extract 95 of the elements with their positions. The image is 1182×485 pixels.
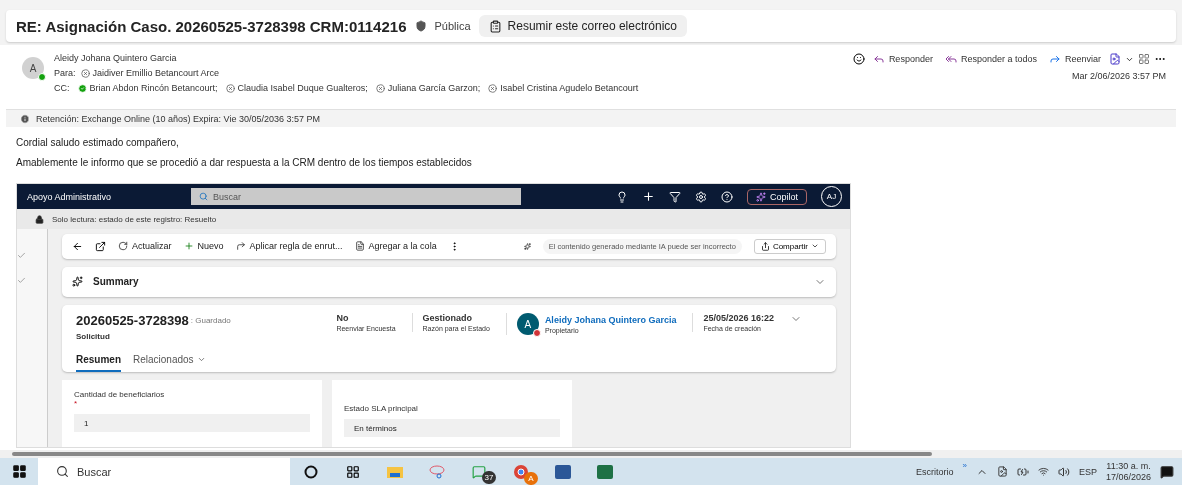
check-icon — [17, 251, 26, 260]
recipient-name[interactable]: Isabel Cristina Agudelo Betancourt — [500, 83, 639, 93]
chevron-down-icon — [196, 355, 206, 364]
browser-icon[interactable] — [513, 463, 529, 480]
recipient-name[interactable]: Claudia Isabel Duque Gualteros; — [237, 83, 368, 93]
emoji-icon[interactable] — [852, 53, 865, 65]
command-button[interactable]: Agregar a la cola — [354, 241, 437, 252]
refresh-icon — [118, 241, 128, 252]
shield-icon — [414, 20, 427, 32]
input-field[interactable]: 1 — [74, 414, 310, 432]
required-marker: * — [74, 399, 79, 408]
folder-icon[interactable] — [386, 464, 404, 479]
info-icon — [20, 113, 30, 124]
field-value: Gestionado — [422, 313, 474, 324]
body-paragraph: Cordial saludo estimado compañero, — [16, 137, 180, 148]
owner-link[interactable]: Aleidy Johana Quintero Garcia — [544, 314, 677, 325]
record-title: 20260525-3728398 — [76, 313, 189, 329]
scrollbar-thumb[interactable] — [12, 452, 932, 456]
filter-icon[interactable] — [669, 190, 681, 203]
sparkle-icon — [756, 191, 766, 202]
lightbulb-icon[interactable] — [616, 190, 628, 203]
check-icon — [17, 276, 26, 285]
overflow-chevrons[interactable]: » — [962, 461, 967, 470]
plus-icon[interactable] — [642, 190, 655, 203]
clock-date[interactable]: 17/06/2026 — [1105, 472, 1151, 482]
recipient-name[interactable]: Jaidiver Emillio Betancourt Arce — [92, 68, 220, 78]
notifications-icon[interactable] — [1160, 464, 1174, 479]
share-button[interactable]: Compartir — [753, 238, 826, 254]
new-icon — [183, 241, 194, 252]
popout-icon[interactable] — [95, 240, 106, 252]
summarize-button[interactable]: Resumir este correo electrónico — [478, 15, 687, 37]
chat-app-icon[interactable] — [472, 464, 486, 479]
input-field[interactable]: En términos — [344, 419, 560, 437]
to-label: Para: — [54, 68, 76, 78]
word-icon[interactable] — [555, 464, 571, 479]
profile-badge: A — [524, 471, 538, 485]
email-subject: RE: Asignación Caso. 20260525-3728398 CRM:0114216 — [16, 17, 407, 35]
lock-icon — [35, 214, 44, 224]
record-type: Solicitud — [76, 332, 111, 342]
help-icon[interactable] — [721, 190, 733, 203]
summary-card[interactable]: Summary — [62, 266, 836, 298]
desktop-label[interactable]: Escritorio — [915, 466, 954, 477]
recipient-name[interactable]: Brian Abdon Rincón Betancourt; — [89, 83, 218, 93]
clock-time[interactable]: 11:30 a. m. — [1106, 461, 1151, 471]
back-icon[interactable] — [72, 240, 83, 252]
tab[interactable]: Relacionados — [133, 354, 206, 372]
wifi-icon[interactable] — [1037, 466, 1049, 477]
reply-icon — [872, 53, 885, 65]
action-button[interactable]: Responder a todos — [940, 53, 1041, 65]
start-icon[interactable] — [11, 464, 27, 479]
sender-name[interactable]: Aleidy Johana Quintero Garcia — [54, 53, 843, 63]
field-value: No — [336, 313, 350, 324]
summary-title: Summary — [93, 276, 139, 288]
settings-icon[interactable] — [695, 190, 707, 203]
circle-icon[interactable] — [304, 464, 318, 479]
retention-text: Retención: Exchange Online (10 años) Expira: Vie 30/05/2036 3:57 PM — [36, 113, 320, 124]
excel-icon[interactable] — [597, 464, 613, 479]
language-indicator[interactable]: ESP — [1078, 466, 1097, 477]
sparkle-icon — [72, 276, 83, 288]
app-name: Apoyo Administrativo — [27, 191, 113, 202]
field-value: 25/05/2026 16:22 — [703, 313, 774, 324]
copilot-button[interactable]: Copilot — [747, 188, 807, 205]
sensitivity-label: Pública — [434, 20, 471, 32]
body-paragraph: Amablemente le informo que se procedió a dar respuesta a la CRM dentro de los tiempos establecidos — [16, 157, 473, 168]
field-label: Estado SLA principal — [344, 404, 419, 413]
action-button[interactable]: Responder — [868, 53, 937, 65]
volume-icon[interactable] — [1057, 465, 1070, 478]
action-button[interactable]: Reenviar — [1044, 53, 1105, 65]
search-icon — [56, 465, 69, 478]
sparkle-icon — [523, 242, 531, 250]
recipient-name[interactable]: Juliana García Garzon; — [387, 83, 481, 93]
clipboard-icon — [488, 19, 502, 33]
route-icon — [235, 241, 246, 252]
apps-icon[interactable] — [1138, 53, 1150, 65]
record-status: : Guardado — [190, 316, 231, 326]
notification-badge: 37 — [482, 470, 496, 484]
cc-label: CC: — [54, 83, 70, 93]
search-field[interactable]: Buscar — [191, 188, 521, 205]
forward-icon — [1048, 53, 1061, 65]
sender-avatar: A — [22, 57, 44, 79]
command-button[interactable]: Nuevo — [183, 241, 224, 252]
search-icon — [199, 192, 208, 201]
owner-avatar: A — [516, 313, 539, 336]
reply-all-icon — [944, 53, 957, 65]
document-icon[interactable] — [1109, 53, 1121, 65]
command-button[interactable]: Aplicar regla de enrut... — [235, 241, 343, 252]
queue-icon — [354, 241, 365, 252]
tab[interactable]: Resumen — [76, 354, 121, 372]
field-label: Cantidad de beneficiarios — [74, 390, 166, 399]
command-button[interactable]: Actualizar — [118, 241, 172, 252]
taskbar-search[interactable]: Buscar — [38, 458, 290, 485]
share-icon — [760, 241, 770, 251]
readonly-text: Solo lectura: estado de este registro: Resuelto — [52, 214, 217, 224]
task-view-icon[interactable] — [346, 464, 360, 479]
email-date: Mar 2/06/2026 3:57 PM — [1071, 71, 1166, 81]
